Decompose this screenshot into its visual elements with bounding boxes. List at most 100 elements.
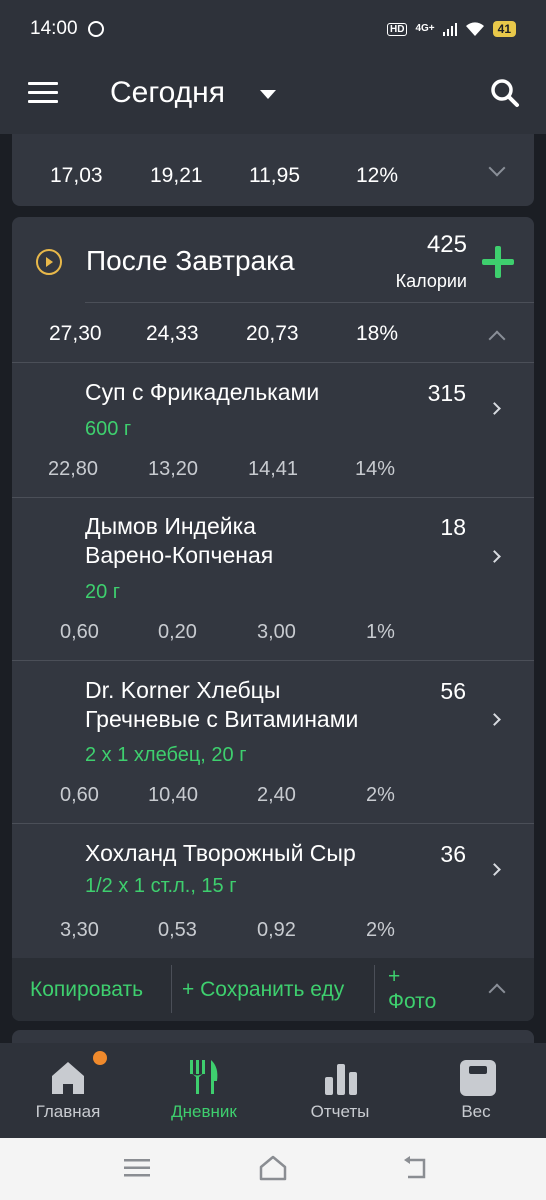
notification-dot [93,1051,107,1065]
status-bar: 14:00 HD 4G+ 41 [0,0,546,58]
nav-home[interactable]: Главная [0,1043,136,1138]
photo-button[interactable]: + Фото [388,964,436,1014]
food-portion: 1/2 x 1 ст.л., 15 г [85,875,237,897]
diary-icon [190,1060,218,1094]
home-outline-icon[interactable] [258,1155,288,1181]
food-portion: 2 x 1 хлебец, 20 г [85,744,247,766]
nav-reports-label: Отчеты [310,1102,370,1121]
rdi-value: 18% [356,322,399,345]
divider [171,965,172,1013]
status-time: 14:00 [30,18,78,39]
food-name: Dr. Korner Хлебцы Гречневые с Витаминами [85,676,425,734]
food-item[interactable]: Хохланд Творожный Сыр 36 1/2 x 1 ст.л., … [12,823,534,958]
weight-icon [460,1060,496,1096]
status-indicators: HD 4G+ 41 [387,21,516,37]
rdi-value: 12% [356,164,399,187]
food-portion: 20 г [85,581,121,603]
fat-value: 17,03 [50,164,103,187]
collapse-chevron-icon[interactable] [488,330,506,348]
rdi-value: 2% [366,919,395,941]
system-nav-bar [0,1138,546,1200]
food-item[interactable]: Dr. Korner Хлебцы Гречневые с Витаминами… [12,660,534,823]
food-calories: 18 [440,514,466,540]
food-calories: 56 [440,678,466,704]
network-icon: 4G+ [415,23,435,34]
food-name-line: Хохланд Творожный Сыр [85,840,356,866]
menu-icon[interactable] [124,1158,150,1178]
back-icon[interactable] [402,1156,428,1180]
food-name: Суп с Фрикадельками [85,378,425,407]
protein-value: 2,40 [257,784,296,806]
nav-weight[interactable]: Вес [408,1043,544,1138]
food-item[interactable]: Дымов Индейка Варено-Копченая 18 20 г 0,… [12,497,534,660]
nav-diary-label: Дневник [171,1102,237,1121]
protein-value: 20,73 [246,322,299,345]
carbs-value: 0,20 [158,621,197,643]
food-name-line: Варено-Копченая [85,542,274,568]
add-food-button[interactable] [482,246,514,278]
nav-weight-label: Вес [461,1102,491,1121]
food-name: Дымов Индейка Варено-Копченая [85,512,425,570]
previous-meal-summary[interactable]: 17,03 19,21 11,95 12% [12,134,534,206]
dropdown-caret-icon[interactable] [260,90,276,99]
battery-icon: 41 [492,21,516,37]
bottom-nav: Главная Дневник Отчеты Вес [0,1043,546,1138]
chevron-right-icon [488,863,501,876]
copy-button[interactable]: Копировать [30,978,143,1002]
food-name-line: Гречневые с Витаминами [85,706,359,732]
meal-calories-label: Калории [395,271,467,291]
chevron-right-icon [488,713,501,726]
app-bar: Сегодня [0,58,546,134]
food-portion: 600 г [85,418,132,440]
photo-plus-label: + [388,965,401,988]
food-name-line: Дымов Индейка [85,513,256,539]
food-name-line: Dr. Korner Хлебцы [85,677,281,703]
search-icon[interactable] [490,78,520,108]
food-calories: 36 [440,841,466,867]
messenger-icon [87,21,104,37]
carbs-value: 0,53 [158,919,197,941]
chevron-right-icon [488,550,501,563]
meal-actions: Копировать + Сохранить еду + Фото [12,958,534,1021]
meal-card: После Завтрака 425 Калории 27,30 24,33 2… [12,217,534,1021]
date-selector[interactable]: Сегодня [110,76,225,110]
home-icon [52,1062,84,1094]
carbs-value: 19,21 [150,164,203,187]
meal-macros: 27,30 24,33 20,73 18% [12,322,452,352]
carbs-value: 13,20 [148,458,199,480]
divider [374,965,375,1013]
nav-diary[interactable]: Дневник [136,1043,272,1138]
nav-reports[interactable]: Отчеты [272,1043,408,1138]
rdi-value: 14% [355,458,396,480]
divider [85,302,534,303]
wifi-icon [465,22,484,36]
nav-home-label: Главная [35,1102,101,1121]
protein-value: 3,00 [257,621,296,643]
chevron-right-icon [488,402,501,415]
summary-macros: 17,03 19,21 11,95 12% [12,164,452,194]
food-name-line: Суп с Фрикадельками [85,379,320,405]
expand-chevron-icon[interactable] [488,159,506,177]
fat-value: 3,30 [60,919,99,941]
signal-icon [442,23,457,36]
hd-icon: HD [387,22,408,36]
save-food-button[interactable]: + Сохранить еду [182,978,344,1002]
fat-value: 22,80 [48,458,99,480]
meal-time-icon [36,249,62,275]
meal-name: После Завтрака [86,245,295,276]
rdi-value: 2% [366,784,395,806]
menu-icon[interactable] [28,82,58,104]
reports-icon [325,1064,357,1095]
fat-value: 0,60 [60,621,99,643]
meal-calories: 425 [426,231,467,258]
fat-value: 0,60 [60,784,99,806]
protein-value: 14,41 [248,458,299,480]
food-item[interactable]: Суп с Фрикадельками 315 600 г 22,80 13,2… [12,362,534,497]
food-name: Хохланд Творожный Сыр [85,839,425,868]
collapse-chevron-icon[interactable] [488,983,506,1001]
protein-value: 0,92 [257,919,296,941]
fat-value: 27,30 [49,322,102,345]
food-calories: 315 [427,380,466,406]
carbs-value: 10,40 [148,784,199,806]
protein-value: 11,95 [249,164,300,187]
